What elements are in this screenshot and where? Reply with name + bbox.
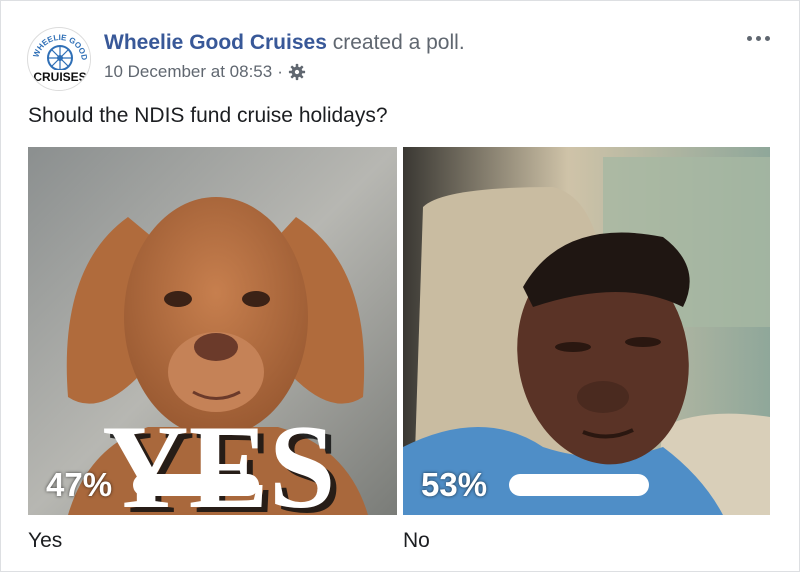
post-timestamp[interactable]: 10 December at 08:53 [104, 62, 272, 82]
poll-post: WHEELIE GOOD CRUISES Wheelie Good Cruise… [0, 0, 800, 572]
page-avatar[interactable]: WHEELIE GOOD CRUISES [27, 27, 91, 91]
post-meta: 10 December at 08:53 · [104, 62, 306, 82]
poll-option-yes-image[interactable]: YES YES [28, 147, 397, 515]
page-name-link[interactable]: Wheelie Good Cruises [104, 31, 327, 54]
poll-option-no-bar [509, 474, 649, 496]
wheelie-good-cruises-logo: WHEELIE GOOD CRUISES [29, 29, 90, 90]
gear-icon[interactable] [288, 63, 306, 81]
more-options-icon[interactable] [741, 25, 775, 51]
poll-option-no-label[interactable]: No [403, 529, 430, 553]
poll-question: Should the NDIS fund cruise holidays? [28, 104, 388, 127]
dog-meme-image: YES YES [28, 147, 397, 515]
sleeping-man-image [403, 147, 770, 515]
poll-option-no-percent: 53% [421, 466, 488, 503]
svg-text:CRUISES: CRUISES [33, 70, 86, 84]
post-action-text: created a poll. [332, 31, 465, 54]
svg-text:YES: YES [102, 400, 335, 515]
poll-option-no-image[interactable] [403, 147, 770, 515]
post-header: Wheelie Good Cruises created a poll. [104, 31, 465, 55]
poll-option-yes-label[interactable]: Yes [28, 529, 62, 553]
poll-option-yes-bar [133, 474, 259, 496]
meta-separator: · [277, 62, 283, 81]
poll-option-yes-percent: 47% [46, 466, 113, 503]
